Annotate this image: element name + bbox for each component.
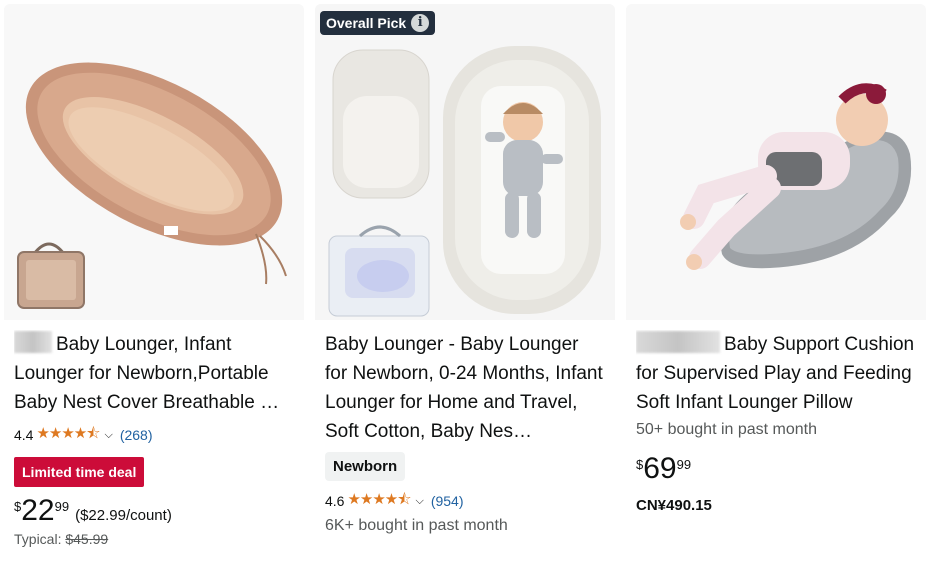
typical-label: Typical: — [14, 531, 62, 547]
price[interactable]: $ 69 99 — [636, 453, 916, 485]
support-cushion-image — [626, 4, 926, 320]
review-count-link[interactable]: (268) — [120, 427, 153, 443]
star-rating-icon[interactable]: ★★★★⯪ — [347, 489, 411, 514]
chevron-down-icon[interactable]: ⌵ — [104, 429, 112, 442]
rating-value: 4.6 — [325, 493, 345, 509]
typical-price-value: $45.99 — [65, 531, 109, 547]
price-fraction: 99 — [54, 499, 70, 514]
limited-time-deal-badge: Limited time deal — [14, 457, 145, 487]
baby-nest-image — [4, 4, 304, 320]
unit-price: ($22.99/count) — [75, 507, 172, 524]
review-count-link[interactable]: (954) — [431, 493, 464, 509]
price-symbol: $ — [636, 457, 644, 472]
bought-count: 6K+ bought in past month — [325, 517, 508, 534]
newborn-chip: Newborn — [325, 452, 406, 481]
product-title[interactable]: Baby Lounger, Infant Lounger for Newborn… — [14, 330, 294, 417]
product-card[interactable]: Overall Pick i Baby Lounger - Baby Loung… — [315, 4, 615, 562]
price-symbol: $ — [14, 499, 22, 514]
info-icon[interactable]: i — [411, 14, 430, 32]
product-card[interactable]: Baby Support Cushion for Supervised Play… — [626, 4, 926, 562]
baby-lounger-image — [315, 4, 615, 320]
alt-currency-price: CN¥490.15 — [636, 497, 712, 514]
product-image[interactable] — [4, 4, 304, 320]
product-card[interactable]: Baby Lounger, Infant Lounger for Newborn… — [4, 4, 304, 562]
product-title[interactable]: Baby Support Cushion for Supervised Play… — [636, 330, 916, 417]
brand-logo-blurred — [636, 331, 720, 353]
rating-row: 4.6 ★★★★⯪ ⌵ (954) — [325, 491, 605, 511]
rating-row: 4.4 ★★★★⯪ ⌵ (268) — [14, 425, 294, 445]
overall-pick-badge[interactable]: Overall Pick i — [320, 11, 436, 35]
brand-logo-blurred — [14, 331, 52, 353]
chevron-down-icon[interactable]: ⌵ — [415, 495, 423, 508]
overall-pick-label: Overall Pick — [326, 15, 407, 31]
bought-count: 50+ bought in past month — [636, 421, 818, 438]
product-image[interactable]: Overall Pick i — [315, 4, 615, 320]
star-rating-icon[interactable]: ★★★★⯪ — [36, 423, 100, 448]
product-image[interactable] — [626, 4, 926, 320]
product-title[interactable]: Baby Lounger - Baby Lounger for Newborn,… — [325, 330, 605, 446]
typical-price: Typical: $45.99 — [14, 531, 294, 547]
price[interactable]: $ 22 99 ($22.99/count) — [14, 495, 294, 527]
price-whole: 22 — [21, 494, 55, 527]
price-whole: 69 — [643, 452, 677, 485]
price-fraction: 99 — [676, 457, 692, 472]
product-title-text: Baby Lounger, Infant Lounger for Newborn… — [14, 334, 280, 413]
rating-value: 4.4 — [14, 427, 34, 443]
